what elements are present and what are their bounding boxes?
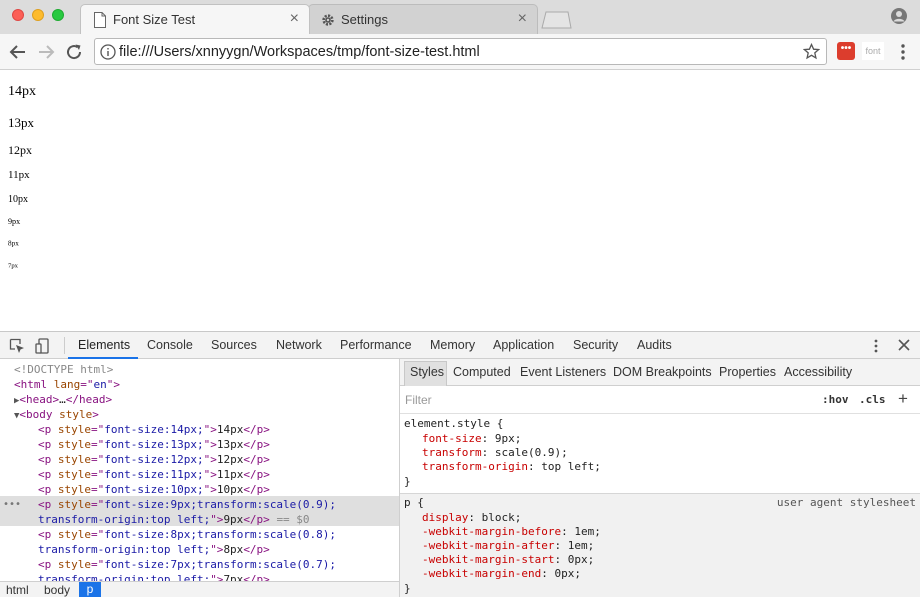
reload-icon[interactable] (63, 41, 85, 63)
devtools-tab-elements[interactable]: Elements (78, 338, 130, 352)
paragraph-14px: 14px (8, 84, 36, 99)
close-tab-icon[interactable]: × (518, 10, 527, 28)
close-devtools-icon[interactable] (896, 337, 912, 353)
paragraph-12px: 12px (8, 143, 32, 157)
p-node[interactable]: <p style="font-size:11px;">11px</p> (38, 467, 270, 482)
devtools-tab-security[interactable]: Security (573, 338, 618, 352)
browser-menu-icon[interactable] (896, 42, 910, 62)
styles-filter-input[interactable]: Filter (405, 393, 432, 407)
paragraph-13px: 13px (8, 115, 34, 130)
devtools-tabbar: Elements Console Sources Network Perform… (0, 332, 920, 359)
devtools-tab-performance[interactable]: Performance (340, 338, 412, 352)
style-property[interactable]: font-size: 9px; (422, 432, 521, 447)
styles-tab-styles[interactable]: Styles (410, 365, 444, 379)
close-tab-icon[interactable]: × (290, 10, 299, 28)
element-style-rule[interactable]: element.style { font-size: 9px; transfor… (400, 415, 920, 493)
toolbar-divider (64, 337, 65, 354)
p-node-selected[interactable]: <p style="font-size:9px;transform:scale(… (38, 497, 336, 512)
rule-source: user agent stylesheet (776, 496, 916, 509)
style-property: display: block; (422, 511, 522, 524)
p-node-cont[interactable]: transform-origin:top left;">7px</p> (38, 572, 270, 581)
tab-strip: Font Size Test × Settings × (0, 0, 920, 34)
p-node[interactable]: <p style="font-size:10px;">10px</p> (38, 482, 270, 497)
new-tab-icon[interactable] (540, 11, 572, 29)
style-property: -webkit-margin-after: 1em; (422, 539, 595, 552)
bookmark-star-icon[interactable] (803, 43, 820, 60)
devtools-tab-network[interactable]: Network (276, 338, 322, 352)
browser-toolbar: file:///Users/xnnyygn/Workspaces/tmp/fon… (0, 34, 920, 70)
style-property: -webkit-margin-before: 1em; (422, 525, 601, 538)
devtools-tab-audits[interactable]: Audits (637, 338, 672, 352)
minimize-window-button[interactable] (32, 9, 44, 21)
doctype-node[interactable]: <!DOCTYPE html> (14, 362, 113, 377)
p-node-cont[interactable]: transform-origin:top left;">8px</p> (38, 542, 270, 557)
devtools-tab-sources[interactable]: Sources (211, 338, 257, 352)
page-icon (94, 12, 106, 28)
styles-tabbar: Styles Computed Event Listeners DOM Brea… (400, 359, 920, 386)
p-node[interactable]: <p style="font-size:7px;transform:scale(… (38, 557, 336, 572)
tab-font-size-test[interactable]: Font Size Test × (80, 4, 310, 34)
style-property[interactable]: transform-origin: top left; (422, 460, 601, 475)
devtools-panel: Elements Console Sources Network Perform… (0, 331, 920, 597)
p-node-selected-cont[interactable]: transform-origin:top left;">9px</p> == $… (38, 512, 310, 527)
address-bar[interactable]: file:///Users/xnnyygn/Workspaces/tmp/fon… (94, 38, 827, 65)
styles-tab-dom-breakpoints[interactable]: DOM Breakpoints (613, 365, 712, 379)
styles-tab-properties[interactable]: Properties (719, 365, 776, 379)
inspect-element-icon[interactable] (9, 338, 25, 354)
p-node[interactable]: <p style="font-size:12px;">12px</p> (38, 452, 270, 467)
devtools-menu-icon[interactable] (870, 338, 882, 354)
style-property[interactable]: transform: scale(0.9); (422, 446, 568, 461)
profile-icon[interactable] (890, 7, 908, 25)
devtools-tab-application[interactable]: Application (493, 338, 554, 352)
styles-tab-event-listeners[interactable]: Event Listeners (520, 365, 606, 379)
paragraph-10px: 10px (8, 194, 28, 205)
tab-settings[interactable]: Settings × (308, 4, 538, 34)
node-actions-icon[interactable]: ••• (3, 497, 21, 512)
breadcrumb: html body p (0, 581, 399, 597)
styles-tab-computed[interactable]: Computed (453, 365, 511, 379)
url-text: file:///Users/xnnyygn/Workspaces/tmp/fon… (119, 44, 480, 60)
rule-close: } (404, 582, 411, 595)
page-viewport: 14px 13px 12px 11px 10px 9px 8px 7px (0, 70, 920, 331)
html-node[interactable]: <html lang="en"> (14, 377, 120, 392)
tab-title: Font Size Test (113, 12, 196, 27)
devtools-tab-console[interactable]: Console (147, 338, 193, 352)
back-arrow-icon[interactable] (7, 41, 29, 63)
gear-icon (322, 14, 334, 26)
breadcrumb-p[interactable]: p (79, 582, 101, 597)
extension-icon[interactable]: ••• (837, 42, 855, 60)
device-toolbar-icon[interactable] (35, 338, 51, 354)
style-property: -webkit-margin-end: 0px; (422, 567, 581, 580)
tab-title: Settings (341, 12, 388, 27)
styles-sidebar: Styles Computed Event Listeners DOM Brea… (400, 359, 920, 597)
breadcrumb-html[interactable]: html (6, 583, 29, 597)
hover-state-toggle[interactable]: :hov (822, 393, 849, 406)
rule-selector: p { (404, 496, 424, 509)
forward-arrow-icon[interactable] (35, 41, 57, 63)
breadcrumb-body[interactable]: body (44, 583, 70, 597)
style-property: -webkit-margin-start: 0px; (422, 553, 595, 566)
class-toggle[interactable]: .cls (859, 393, 886, 406)
elements-tree[interactable]: ••• <!DOCTYPE html> <html lang="en"> ▶<h… (0, 359, 399, 581)
user-agent-rule[interactable]: p { user agent stylesheet display: block… (400, 493, 920, 597)
close-window-button[interactable] (12, 9, 24, 21)
p-node[interactable]: <p style="font-size:13px;">13px</p> (38, 437, 270, 452)
paragraph-8px: 8px (8, 239, 19, 248)
p-node[interactable]: <p style="font-size:8px;transform:scale(… (38, 527, 336, 542)
rule-close: } (404, 475, 411, 488)
rule-selector: element.style { (404, 417, 504, 430)
font-extension-icon[interactable]: font (862, 42, 884, 60)
add-rule-icon[interactable]: + (898, 389, 908, 409)
paragraph-11px: 11px (8, 169, 30, 181)
devtools-tab-memory[interactable]: Memory (430, 338, 475, 352)
styles-filter-bar: Filter :hov .cls + (400, 386, 920, 414)
paragraph-9px: 9px (8, 217, 21, 226)
paragraph-7px: 7px (8, 262, 18, 270)
p-node[interactable]: <p style="font-size:14px;">14px</p> (38, 422, 270, 437)
styles-tab-accessibility[interactable]: Accessibility (784, 365, 852, 379)
info-icon[interactable] (100, 44, 116, 60)
zoom-window-button[interactable] (52, 9, 64, 21)
